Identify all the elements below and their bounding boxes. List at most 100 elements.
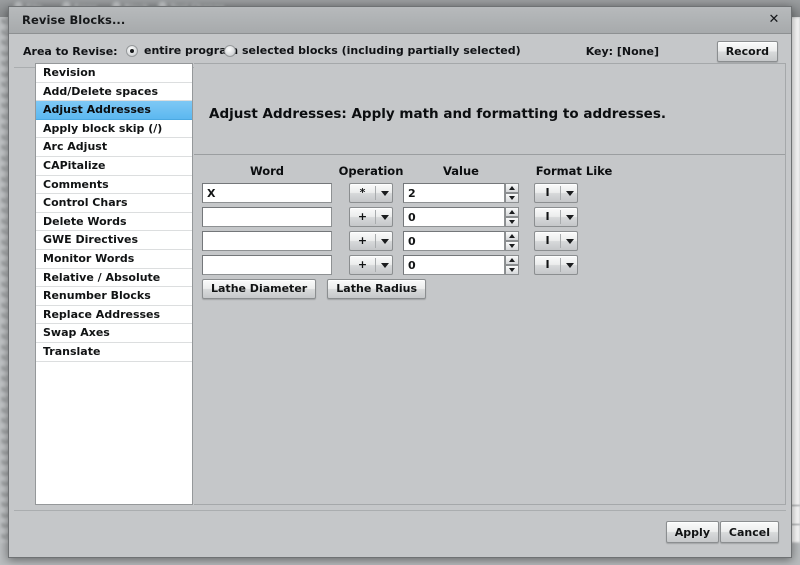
operation-dropdown[interactable]: * <box>349 183 393 203</box>
sidebar-item-delete-words[interactable]: Delete Words <box>36 213 192 232</box>
dialog-footer: Apply Cancel <box>14 510 786 551</box>
stepper-buttons[interactable] <box>505 255 519 275</box>
stepper-up-icon[interactable] <box>505 183 519 193</box>
operation-value: + <box>357 258 368 271</box>
sidebar-item-monitor-words[interactable]: Monitor Words <box>36 250 192 269</box>
combo-separator <box>560 210 561 224</box>
dialog-title: Revise Blocks... <box>22 13 126 27</box>
sidebar-item-renumber-blocks[interactable]: Renumber Blocks <box>36 287 192 306</box>
operation-dropdown[interactable]: + <box>349 231 393 251</box>
table-row: + I <box>194 231 785 255</box>
sidebar-item-arc-adjust[interactable]: Arc Adjust <box>36 138 192 157</box>
sidebar-item-apply-block-skip[interactable]: Apply block skip (/) <box>36 120 192 139</box>
value-input[interactable] <box>403 207 505 227</box>
word-input[interactable] <box>202 255 332 275</box>
stepper-buttons[interactable] <box>505 231 519 251</box>
stepper-down-icon[interactable] <box>505 217 519 227</box>
stepper-down-icon[interactable] <box>505 241 519 251</box>
dialog-body: Revision Add/Delete spaces Adjust Addres… <box>14 63 786 505</box>
operation-value: + <box>357 210 368 223</box>
combo-separator <box>560 258 561 272</box>
dialog-titlebar: Revise Blocks... ✕ <box>9 7 791 34</box>
word-input[interactable] <box>202 207 332 227</box>
description-box: Adjust Addresses: Apply math and formatt… <box>194 64 785 155</box>
sidebar-item-adjust-addresses[interactable]: Adjust Addresses <box>36 101 192 120</box>
value-input[interactable] <box>403 183 505 203</box>
format-like-value: I <box>545 234 550 247</box>
key-label: Key: [None] <box>585 45 659 58</box>
format-like-value: I <box>545 186 550 199</box>
record-button[interactable]: Record <box>716 41 778 62</box>
lathe-button-row: Lathe Diameter Lathe Radius <box>202 277 432 299</box>
stepper-down-icon[interactable] <box>505 193 519 203</box>
stepper-up-icon[interactable] <box>505 255 519 265</box>
table-row: * I <box>194 183 785 207</box>
combo-separator <box>560 234 561 248</box>
radio-entire-program[interactable]: entire program <box>126 44 238 57</box>
word-input[interactable] <box>202 231 332 251</box>
operation-dropdown[interactable]: + <box>349 207 393 227</box>
chevron-down-icon <box>566 263 574 268</box>
table-row: + I <box>194 255 785 279</box>
value-stepper[interactable] <box>403 207 519 227</box>
format-like-value: I <box>545 258 550 271</box>
value-input[interactable] <box>403 255 505 275</box>
sidebar-item-comments[interactable]: Comments <box>36 176 192 195</box>
cancel-button[interactable]: Cancel <box>719 521 779 543</box>
column-header-value: Value <box>443 164 479 178</box>
adjust-addresses-panel: Adjust Addresses: Apply math and formatt… <box>194 63 786 505</box>
revise-blocks-dialog: Revise Blocks... ✕ Area to Revise: entir… <box>8 6 792 558</box>
word-input[interactable] <box>202 183 332 203</box>
stepper-up-icon[interactable] <box>505 231 519 241</box>
close-icon[interactable]: ✕ <box>765 11 783 29</box>
format-like-dropdown[interactable]: I <box>534 183 578 203</box>
sidebar-item-capitalize[interactable]: CAPitalize <box>36 157 192 176</box>
lathe-radius-button[interactable]: Lathe Radius <box>327 278 427 299</box>
chevron-down-icon <box>566 215 574 220</box>
operation-value: * <box>359 186 366 199</box>
combo-separator <box>375 234 376 248</box>
sidebar-item-translate[interactable]: Translate <box>36 343 192 362</box>
radio-entire-program-indicator <box>126 44 138 57</box>
column-header-format-like: Format Like <box>535 164 613 178</box>
chevron-down-icon <box>381 215 389 220</box>
sidebar-item-revision[interactable]: Revision <box>36 64 192 83</box>
radio-selected-blocks-label: selected blocks (including partially sel… <box>242 44 521 57</box>
stepper-up-icon[interactable] <box>505 207 519 217</box>
sidebar-item-gwe-directives[interactable]: GWE Directives <box>36 231 192 250</box>
stepper-buttons[interactable] <box>505 183 519 203</box>
value-stepper[interactable] <box>403 231 519 251</box>
chevron-down-icon <box>566 239 574 244</box>
lathe-diameter-button[interactable]: Lathe Diameter <box>202 278 317 299</box>
apply-button[interactable]: Apply <box>665 521 719 543</box>
revision-category-list[interactable]: Revision Add/Delete spaces Adjust Addres… <box>35 63 193 505</box>
chevron-down-icon <box>381 263 389 268</box>
value-input[interactable] <box>403 231 505 251</box>
column-header-word: Word <box>249 164 285 178</box>
value-stepper[interactable] <box>403 183 519 203</box>
sidebar-item-replace-addresses[interactable]: Replace Addresses <box>36 306 192 325</box>
table-row: + I <box>194 207 785 231</box>
format-like-dropdown[interactable]: I <box>534 207 578 227</box>
combo-separator <box>375 210 376 224</box>
stepper-down-icon[interactable] <box>505 265 519 275</box>
sidebar-item-add-delete-spaces[interactable]: Add/Delete spaces <box>36 83 192 102</box>
format-like-value: I <box>545 210 550 223</box>
chevron-down-icon <box>566 191 574 196</box>
combo-separator <box>560 186 561 200</box>
panel-description: Adjust Addresses: Apply math and formatt… <box>209 106 666 122</box>
combo-separator <box>375 186 376 200</box>
radio-selected-blocks[interactable]: selected blocks (including partially sel… <box>224 44 521 57</box>
sidebar-item-control-chars[interactable]: Control Chars <box>36 194 192 213</box>
sidebar-item-swap-axes[interactable]: Swap Axes <box>36 324 192 343</box>
chevron-down-icon <box>381 191 389 196</box>
operation-value: + <box>357 234 368 247</box>
chevron-down-icon <box>381 239 389 244</box>
radio-selected-blocks-indicator <box>224 44 236 57</box>
operation-dropdown[interactable]: + <box>349 255 393 275</box>
format-like-dropdown[interactable]: I <box>534 255 578 275</box>
format-like-dropdown[interactable]: I <box>534 231 578 251</box>
value-stepper[interactable] <box>403 255 519 275</box>
sidebar-item-relative-absolute[interactable]: Relative / Absolute <box>36 269 192 288</box>
stepper-buttons[interactable] <box>505 207 519 227</box>
